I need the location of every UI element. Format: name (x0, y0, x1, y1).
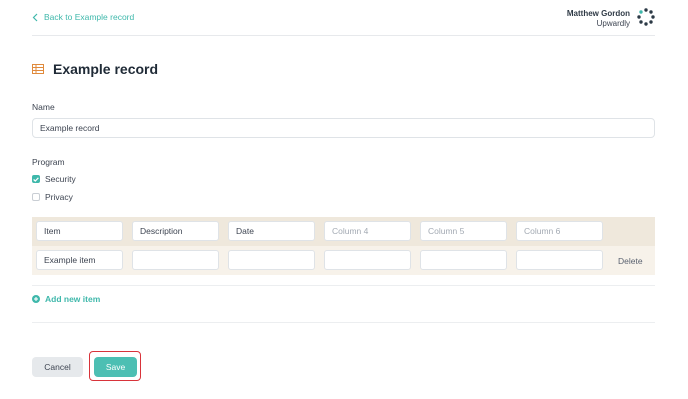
back-link-label: Back to Example record (44, 12, 135, 22)
checkbox-unchecked[interactable] (32, 193, 40, 201)
add-item-button[interactable]: Add new item (32, 294, 100, 304)
program-option-label: Security (45, 174, 76, 184)
user-name: Matthew Gordon (566, 9, 630, 18)
program-label: Program (32, 157, 65, 167)
form-divider (32, 322, 655, 323)
table-cell-input[interactable] (228, 250, 315, 270)
column-header-input[interactable] (516, 221, 603, 241)
table-cell-input[interactable] (132, 250, 219, 270)
header-divider (32, 35, 655, 36)
column-header-input[interactable] (324, 221, 411, 241)
save-button[interactable]: Save (94, 357, 137, 377)
table-cell-input[interactable] (516, 250, 603, 270)
table-divider (32, 285, 655, 286)
cancel-button[interactable]: Cancel (32, 357, 83, 377)
name-input[interactable] (32, 118, 655, 138)
checkbox-checked[interactable] (32, 175, 40, 183)
column-header-input[interactable] (132, 221, 219, 241)
program-option-label: Privacy (45, 192, 73, 202)
add-item-label: Add new item (45, 294, 101, 304)
column-header-input[interactable] (36, 221, 123, 241)
check-icon (33, 176, 39, 182)
program-option-privacy[interactable]: Privacy (32, 192, 73, 202)
page-title-row: Example record (32, 61, 158, 77)
table-cell-input[interactable] (420, 250, 507, 270)
name-label: Name (32, 102, 55, 112)
org-name: Upwardly (596, 19, 630, 28)
items-table: Delete (32, 217, 655, 275)
org-logo-icon (637, 8, 655, 26)
back-link[interactable]: Back to Example record (32, 12, 134, 22)
delete-row-button[interactable]: Delete (618, 256, 643, 266)
table-cell-input[interactable] (324, 250, 411, 270)
program-option-security[interactable]: Security (32, 174, 76, 184)
plus-circle-icon (32, 295, 40, 303)
column-header-input[interactable] (228, 221, 315, 241)
page-title: Example record (53, 61, 159, 77)
table-icon (32, 64, 44, 74)
table-cell-input[interactable] (36, 250, 123, 270)
user-menu[interactable]: Matthew Gordon Upwardly (567, 9, 630, 29)
chevron-left-icon (32, 13, 38, 21)
column-header-input[interactable] (420, 221, 507, 241)
